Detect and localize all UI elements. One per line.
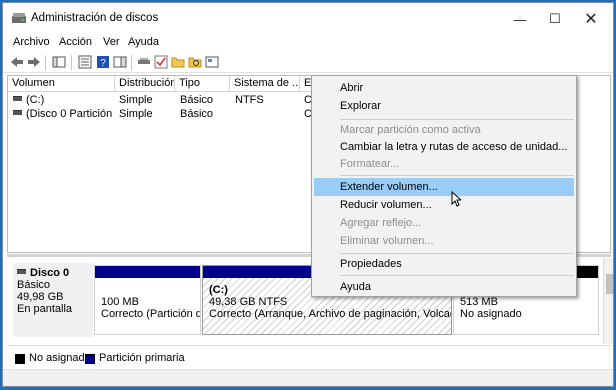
- column-sistema[interactable]: Sistema de ...: [230, 76, 300, 92]
- partition-size: 513 MB: [460, 296, 498, 308]
- type-cell: Básico: [180, 94, 214, 106]
- menu-separator: [340, 119, 574, 120]
- partition-status: No asignado: [460, 308, 522, 320]
- disk-management-icon: [12, 13, 26, 23]
- partition-size: 49,38 GB NTFS: [209, 296, 288, 308]
- disk-info[interactable]: Disco 0 Básico 49,98 GB En pantalla: [13, 263, 93, 337]
- menu-ver[interactable]: Ver: [103, 36, 120, 48]
- partition-body: 100 MB Correcto (Partición de: [95, 280, 200, 334]
- vertical-scrollbar[interactable]: [603, 258, 613, 344]
- volume-name: (C:): [26, 94, 45, 106]
- menu-separator: [340, 175, 574, 176]
- close-button[interactable]: ✕: [574, 7, 608, 31]
- disk-title: Disco 0: [17, 267, 89, 279]
- menu-item-reducir-volumen[interactable]: Reducir volumen...: [314, 196, 574, 214]
- legend-swatch-unallocated: [15, 354, 25, 364]
- column-tipo[interactable]: Tipo: [175, 76, 230, 92]
- volume-icon: [13, 96, 22, 101]
- disk-size: 49,98 GB: [17, 291, 64, 303]
- menu-item-cambiar-letra[interactable]: Cambiar la letra y rutas de acceso de un…: [314, 138, 574, 156]
- menu-item-formatear[interactable]: Formatear...: [314, 155, 574, 173]
- toolbar: ?: [3, 51, 613, 73]
- legend-label-unallocated: No asignado: [29, 352, 91, 364]
- properties-icon[interactable]: [78, 55, 92, 69]
- volume-cell: (Disco 0 Partición 1): [13, 108, 115, 120]
- console-tree-icon[interactable]: [52, 55, 66, 69]
- title-bar: Administración de discos — ☐ ✕: [3, 3, 613, 33]
- toolbar-separator: [131, 55, 132, 70]
- help-icon[interactable]: ?: [96, 55, 110, 69]
- menu-item-marcar-activa[interactable]: Marcar partición como activa: [314, 121, 574, 139]
- forward-icon[interactable]: [27, 55, 41, 69]
- table-row[interactable]: (C:) Simple Básico NTFS Co: [8, 94, 318, 108]
- disk-status: En pantalla: [17, 303, 73, 315]
- type-cell: Básico: [180, 108, 214, 120]
- legend-swatch-primary: [85, 354, 95, 364]
- volume-name: (Disco 0 Partición 1): [26, 108, 115, 120]
- filesystem-cell: NTFS: [235, 94, 264, 106]
- menu-item-propiedades[interactable]: Propiedades: [314, 255, 574, 273]
- menu-item-extender-volumen[interactable]: Extender volumen...: [314, 178, 574, 196]
- maximize-button[interactable]: ☐: [538, 7, 572, 31]
- partition-system[interactable]: 100 MB Correcto (Partición de: [94, 265, 201, 335]
- svg-text:?: ?: [100, 58, 106, 69]
- minimize-button[interactable]: —: [503, 7, 537, 31]
- partition-size: 100 MB: [101, 296, 139, 308]
- menu-ayuda[interactable]: Ayuda: [128, 36, 159, 48]
- menu-item-eliminar-volumen[interactable]: Eliminar volumen...: [314, 232, 574, 250]
- scrollbar-thumb[interactable]: [606, 274, 613, 294]
- partition-stripe: [95, 266, 200, 278]
- toolbar-separator: [71, 55, 72, 70]
- action-pane-icon[interactable]: [113, 55, 127, 69]
- disk-name: Disco 0: [30, 267, 70, 279]
- folder-icon[interactable]: [171, 55, 185, 69]
- table-row[interactable]: (Disco 0 Partición 1) Simple Básico Co: [8, 108, 318, 122]
- connect-icon[interactable]: [137, 55, 151, 69]
- menu-item-agregar-reflejo[interactable]: Agregar reflejo...: [314, 214, 574, 232]
- view-icon[interactable]: [205, 55, 219, 69]
- check-icon[interactable]: [154, 55, 168, 69]
- menu-separator: [340, 275, 574, 276]
- menu-item-ayuda[interactable]: Ayuda: [314, 278, 574, 296]
- disk-icon: [17, 269, 26, 274]
- menu-item-explorar[interactable]: Explorar: [314, 97, 574, 115]
- disk-type: Básico: [17, 279, 51, 291]
- search-icon[interactable]: [188, 55, 202, 69]
- legend: No asignado Partición primaria: [7, 345, 611, 369]
- layout-cell: Simple: [119, 108, 153, 120]
- volume-icon: [13, 110, 22, 115]
- menu-item-abrir[interactable]: Abrir: [314, 79, 574, 97]
- menu-bar: Archivo Acción Ver Ayuda: [3, 34, 613, 51]
- menu-separator: [340, 253, 574, 254]
- back-icon[interactable]: [10, 55, 24, 69]
- toolbar-separator: [45, 55, 46, 70]
- partition-status: Correcto (Partición de: [101, 308, 200, 320]
- menu-archivo[interactable]: Archivo: [13, 36, 50, 48]
- column-volumen[interactable]: Volumen: [8, 76, 115, 92]
- column-distribucion[interactable]: Distribución: [115, 76, 175, 92]
- legend-label-primary: Partición primaria: [99, 352, 185, 364]
- menu-accion[interactable]: Acción: [59, 36, 92, 48]
- volume-cell: (C:): [13, 94, 115, 106]
- partition-status: Correcto (Arranque, Archivo de paginació…: [209, 308, 451, 320]
- context-menu: Abrir Explorar Marcar partición como act…: [311, 75, 577, 297]
- layout-cell: Simple: [119, 94, 153, 106]
- window-title: Administración de discos: [31, 12, 159, 24]
- status-bar: [3, 369, 613, 386]
- mouse-cursor-icon: [451, 191, 461, 207]
